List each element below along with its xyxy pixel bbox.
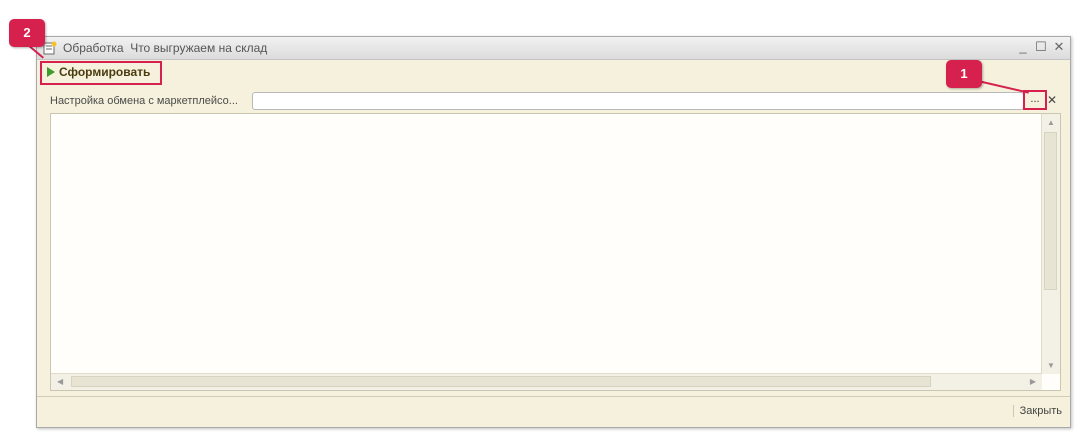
clear-button[interactable]: ✕ [1046,93,1058,109]
minimize-button[interactable]: _ [1016,40,1030,54]
callout-badge-1: 1 [946,60,982,88]
scroll-left-icon[interactable]: ◀ [57,377,63,387]
toolbar: Сформировать [37,60,1070,84]
exchange-settings-input[interactable] [252,92,1024,110]
processing-window: Обработка Что выгружаем на склад _ ☐ ✕ С… [36,36,1071,428]
callout-badge-2: 2 [9,19,45,47]
spreadsheet-document[interactable]: ▲ ▼ ◀ ▶ [50,113,1061,391]
close-button[interactable]: Закрыть [1012,405,1062,417]
exchange-settings-label: Настройка обмена с маркетплейсо... [50,95,238,107]
scroll-up-icon[interactable]: ▲ [1047,118,1055,128]
form-icon [43,41,57,55]
command-bar-bottom: Закрыть [37,396,1070,427]
maximize-button[interactable]: ☐ [1034,40,1048,54]
close-window-button[interactable]: ✕ [1052,40,1066,54]
scroll-right-icon[interactable]: ▶ [1030,377,1036,387]
horizontal-scroll-thumb[interactable] [71,376,931,387]
scroll-down-icon[interactable]: ▼ [1047,361,1055,371]
horizontal-scrollbar[interactable]: ◀ ▶ [51,373,1042,390]
exchange-settings-row: Настройка обмена с маркетплейсо... ... ✕ [37,92,1070,112]
callout-highlight-generate [40,61,162,85]
vertical-scroll-thumb[interactable] [1044,132,1057,290]
title-bar: Обработка Что выгружаем на склад _ ☐ ✕ [37,37,1070,60]
vertical-scrollbar[interactable]: ▲ ▼ [1041,114,1060,374]
window-title: Обработка Что выгружаем на склад [63,41,268,55]
